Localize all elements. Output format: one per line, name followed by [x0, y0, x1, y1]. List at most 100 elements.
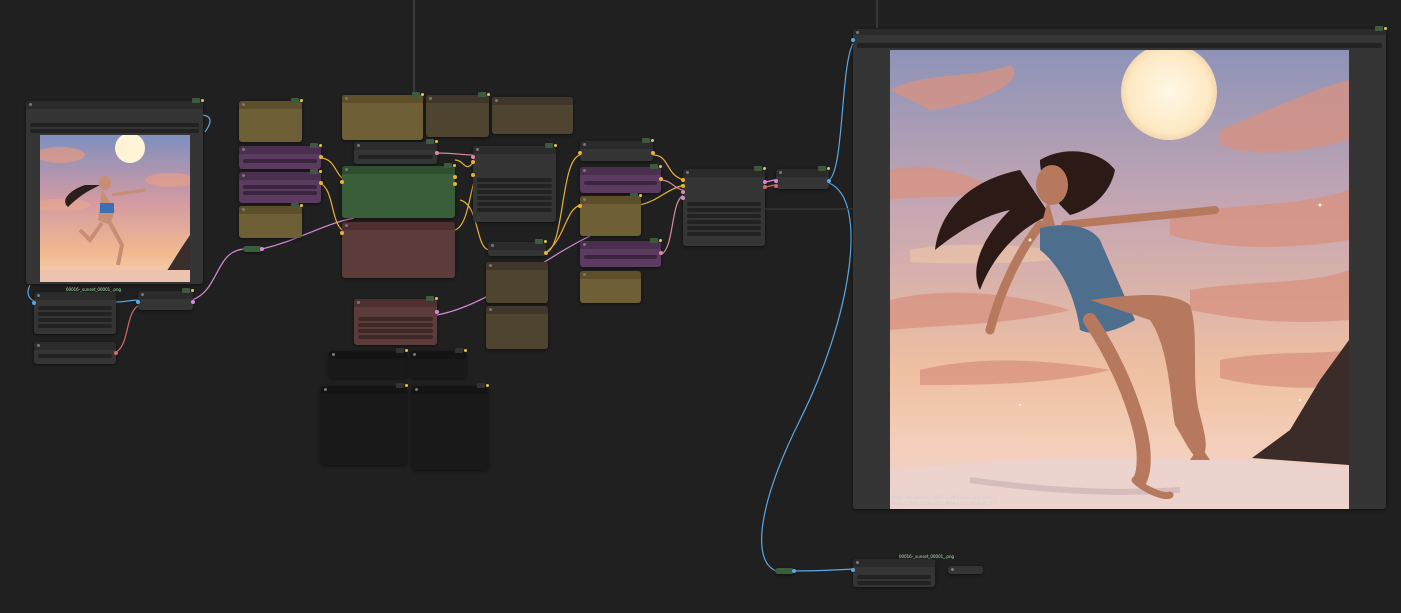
note-node-2[interactable] [239, 203, 303, 238]
vae-input-socket[interactable] [774, 184, 778, 188]
samples-input-socket[interactable] [774, 179, 778, 183]
model-input-socket[interactable] [340, 180, 344, 184]
collapse-dot[interactable] [332, 353, 335, 356]
conditioning-output-socket[interactable] [659, 251, 663, 255]
node-widget[interactable] [38, 354, 112, 358]
pixels-input-socket[interactable] [136, 300, 140, 304]
node-header[interactable] [486, 306, 548, 314]
clip-output-socket[interactable] [435, 151, 439, 155]
note-node-4[interactable] [426, 92, 490, 137]
clip-output-socket[interactable] [453, 182, 457, 186]
node-widget[interactable] [358, 323, 433, 327]
collapse-dot[interactable] [583, 273, 586, 276]
clip-set-layer-node[interactable] [488, 239, 548, 256]
collapse-dot[interactable] [29, 103, 32, 106]
bypassed-node-2[interactable] [410, 348, 467, 378]
reroute-node[interactable] [243, 246, 264, 252]
image-input-socket[interactable] [32, 301, 36, 305]
model-input-socket[interactable] [471, 155, 475, 159]
sampler-widget[interactable] [687, 226, 761, 230]
node-widget[interactable] [477, 184, 552, 188]
collapse-dot[interactable] [242, 148, 245, 151]
collapse-dot[interactable] [583, 169, 586, 172]
latent-output-socket[interactable] [435, 310, 439, 314]
image-output-socket[interactable] [827, 179, 831, 183]
negative-prompt-node[interactable] [580, 238, 663, 267]
model-input-socket[interactable] [681, 178, 685, 182]
control-widget[interactable] [687, 208, 761, 212]
clip-input-socket[interactable] [471, 160, 475, 164]
collapse-dot[interactable] [345, 168, 348, 171]
node-widget[interactable] [477, 178, 552, 182]
clip-input-socket-2[interactable] [471, 173, 475, 177]
node-widget[interactable] [38, 312, 112, 316]
node-widget[interactable] [38, 324, 112, 328]
node-widget[interactable] [358, 317, 433, 321]
text-widget[interactable] [584, 255, 657, 259]
node-header[interactable] [342, 95, 423, 103]
collapse-dot[interactable] [37, 344, 40, 347]
vae-output-socket[interactable] [114, 351, 118, 355]
conditioning-output-socket[interactable] [319, 155, 323, 159]
bypassed-node-3[interactable] [321, 383, 408, 465]
note-node-3[interactable] [342, 92, 424, 140]
node-header[interactable] [853, 29, 1386, 35]
model-input-socket[interactable] [578, 151, 582, 155]
checkpoint-loader-node[interactable] [340, 163, 457, 218]
node-header[interactable] [354, 299, 437, 307]
collapse-dot[interactable] [413, 353, 416, 356]
node-header[interactable] [580, 241, 661, 249]
seed-widget[interactable] [687, 202, 761, 206]
collapse-dot[interactable] [242, 103, 245, 106]
clip-output-socket[interactable] [544, 251, 548, 255]
reroute-output-socket[interactable] [792, 569, 796, 573]
positive-prompt-node[interactable] [580, 164, 663, 193]
load-image-node[interactable]: 00016-_sunset_00001_.png [26, 98, 204, 292]
collapse-dot[interactable] [583, 243, 586, 246]
collapse-dot[interactable] [495, 99, 498, 102]
node-header[interactable] [239, 146, 321, 154]
node-header[interactable] [486, 262, 548, 270]
collapse-dot[interactable] [429, 97, 432, 100]
vae-loader-node[interactable] [32, 292, 116, 334]
collapse-dot[interactable] [686, 171, 689, 174]
node-header[interactable] [492, 97, 573, 105]
reroute-output-socket[interactable] [260, 247, 264, 251]
latent-input-socket[interactable] [681, 196, 685, 200]
model-sampling-node[interactable] [471, 143, 557, 222]
node-header[interactable] [580, 167, 661, 175]
node-widget[interactable] [857, 581, 931, 585]
node-header[interactable] [354, 142, 437, 150]
collapse-dot[interactable] [491, 244, 494, 247]
conditioning-output-socket[interactable] [659, 177, 663, 181]
node-header[interactable] [34, 292, 116, 300]
node-header[interactable] [321, 386, 407, 394]
node-widget[interactable] [857, 575, 931, 579]
lora-loader-node[interactable] [340, 222, 455, 278]
node-header[interactable] [342, 166, 455, 174]
collapse-dot[interactable] [357, 144, 360, 147]
collapse-dot[interactable] [583, 143, 586, 146]
text-widget[interactable] [243, 185, 317, 189]
text-widget[interactable] [584, 181, 657, 185]
collapse-dot[interactable] [476, 148, 479, 151]
collapsed-node[interactable] [948, 566, 983, 574]
graph-canvas[interactable]: 00016-_sunset_00001_.png Steps: 30, Samp… [0, 0, 1401, 613]
note-node-6[interactable] [486, 262, 548, 303]
note-node-5[interactable] [492, 97, 573, 134]
node-header[interactable] [26, 101, 203, 109]
node-widget[interactable] [477, 190, 552, 194]
node-widget[interactable] [38, 306, 112, 310]
collapse-dot[interactable] [345, 97, 348, 100]
collapse-dot[interactable] [357, 301, 360, 304]
latent-output-socket[interactable] [191, 300, 195, 304]
node-widget[interactable] [358, 155, 433, 159]
reroute-node-2[interactable] [775, 568, 796, 574]
note-node-9[interactable] [580, 271, 641, 303]
images-input-socket[interactable] [851, 568, 855, 572]
collapse-dot[interactable] [779, 171, 782, 174]
collapse-dot[interactable] [242, 174, 245, 177]
scheduler-widget[interactable] [687, 232, 761, 236]
collapse-dot[interactable] [583, 198, 586, 201]
collapse-dot[interactable] [242, 208, 245, 211]
